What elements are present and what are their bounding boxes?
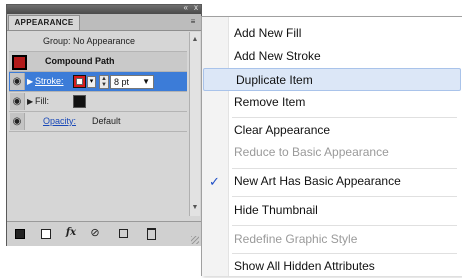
menu-item-show-all-hidden-attributes[interactable]: Show All Hidden Attributes bbox=[202, 255, 462, 278]
visibility-eye-icon[interactable]: ◉ bbox=[10, 93, 25, 110]
menu-item-label: Remove Item bbox=[234, 95, 306, 109]
expand-triangle-icon[interactable]: ▶ bbox=[27, 97, 33, 106]
opacity-row[interactable]: ◉ Opacity: Default bbox=[9, 112, 187, 132]
panel-menu-icon[interactable]: ≡ bbox=[187, 17, 199, 27]
menu-item-label: Show All Hidden Attributes bbox=[234, 259, 375, 273]
stroke-color-swatch[interactable] bbox=[73, 75, 86, 88]
compound-path-row[interactable]: Compound Path bbox=[9, 52, 187, 72]
trash-icon[interactable] bbox=[147, 228, 156, 240]
opacity-label[interactable]: Opacity: bbox=[43, 116, 76, 126]
visibility-eye-icon[interactable]: ◉ bbox=[10, 73, 25, 90]
menu-item-label: Add New Fill bbox=[234, 26, 302, 40]
reduce-icon[interactable]: ⊘ bbox=[89, 227, 101, 239]
fill-color-swatch[interactable] bbox=[73, 95, 86, 108]
fill-label: Fill: bbox=[35, 96, 49, 106]
panel-scrollbar[interactable]: ▲ ▼ bbox=[189, 32, 200, 216]
menu-item-label: Clear Appearance bbox=[234, 123, 331, 137]
close-icon[interactable]: x bbox=[194, 3, 198, 12]
clear-appearance-icon[interactable] bbox=[41, 229, 51, 239]
menu-item-remove-item[interactable]: Remove Item bbox=[202, 91, 462, 114]
fill-row[interactable]: ◉ ▶ Fill: bbox=[9, 92, 187, 112]
appearance-panel: « x APPEARANCE ≡ Group: No Appearance Co… bbox=[6, 3, 202, 246]
menu-separator bbox=[232, 117, 457, 118]
menu-item-add-new-fill[interactable]: Add New Fill bbox=[202, 22, 462, 45]
panel-footer: fx ⊘ bbox=[7, 221, 201, 246]
menu-item-new-art-has-basic-appearance[interactable]: ✓ New Art Has Basic Appearance bbox=[202, 170, 462, 193]
menu-item-label: Add New Stroke bbox=[234, 49, 321, 63]
menu-item-add-new-stroke[interactable]: Add New Stroke bbox=[202, 45, 462, 68]
menu-item-label: New Art Has Basic Appearance bbox=[234, 174, 401, 188]
appearance-list: Group: No Appearance Compound Path ◉ ▶ S… bbox=[9, 32, 187, 216]
stroke-weight-stepper[interactable]: ▲ ▼ bbox=[99, 75, 109, 89]
compound-path-label: Compound Path bbox=[45, 56, 115, 66]
group-label: Group: No Appearance bbox=[43, 36, 136, 46]
menu-item-label: Duplicate Item bbox=[236, 73, 313, 87]
panel-tab-bar: APPEARANCE ≡ bbox=[7, 14, 201, 31]
collapse-icon[interactable]: « bbox=[184, 3, 188, 12]
duplicate-icon[interactable] bbox=[119, 229, 128, 238]
menu-item-reduce-to-basic-appearance: Reduce to Basic Appearance bbox=[202, 141, 462, 164]
menu-item-redefine-graphic-style: Redefine Graphic Style bbox=[202, 228, 462, 251]
menu-item-label: Reduce to Basic Appearance bbox=[234, 145, 389, 159]
stroke-label[interactable]: Stroke: bbox=[35, 76, 64, 86]
menu-item-clear-appearance[interactable]: Clear Appearance bbox=[202, 119, 462, 142]
fx-icon[interactable]: fx bbox=[65, 227, 77, 239]
checkmark-icon: ✓ bbox=[209, 174, 220, 189]
menu-item-label: Redefine Graphic Style bbox=[234, 232, 358, 246]
stroke-weight-value: 8 pt bbox=[114, 77, 130, 87]
menu-item-duplicate-item[interactable]: Duplicate Item bbox=[203, 68, 461, 91]
visibility-eye-icon[interactable]: ◉ bbox=[10, 113, 25, 130]
menu-separator bbox=[232, 168, 457, 169]
group-row[interactable]: Group: No Appearance bbox=[9, 32, 187, 52]
stroke-weight-field[interactable]: 8 pt ▼ bbox=[110, 75, 154, 89]
compound-path-thumbnail bbox=[12, 55, 27, 70]
swatch-dropdown-icon[interactable]: ▾ bbox=[87, 76, 96, 88]
chevron-down-icon[interactable]: ▼ bbox=[142, 76, 150, 88]
menu-separator bbox=[232, 225, 457, 226]
scroll-up-icon[interactable]: ▲ bbox=[190, 35, 200, 45]
new-art-basic-icon[interactable] bbox=[15, 229, 25, 239]
opacity-value: Default bbox=[92, 116, 121, 126]
resize-grip-icon[interactable] bbox=[191, 236, 199, 244]
menu-separator bbox=[232, 196, 457, 197]
panel-title-bar: « x bbox=[7, 3, 201, 14]
menu-separator bbox=[232, 253, 457, 254]
tab-appearance[interactable]: APPEARANCE bbox=[8, 15, 80, 30]
stroke-row[interactable]: ◉ ▶ Stroke: ▾ ▲ ▼ 8 pt ▼ bbox=[9, 72, 187, 92]
panel-flyout-menu: Add New Fill Add New Stroke Duplicate It… bbox=[201, 16, 462, 276]
expand-triangle-icon[interactable]: ▶ bbox=[27, 77, 33, 86]
scroll-down-icon[interactable]: ▼ bbox=[190, 203, 200, 213]
menu-item-hide-thumbnail[interactable]: Hide Thumbnail bbox=[202, 199, 462, 222]
menu-item-label: Hide Thumbnail bbox=[234, 203, 318, 217]
